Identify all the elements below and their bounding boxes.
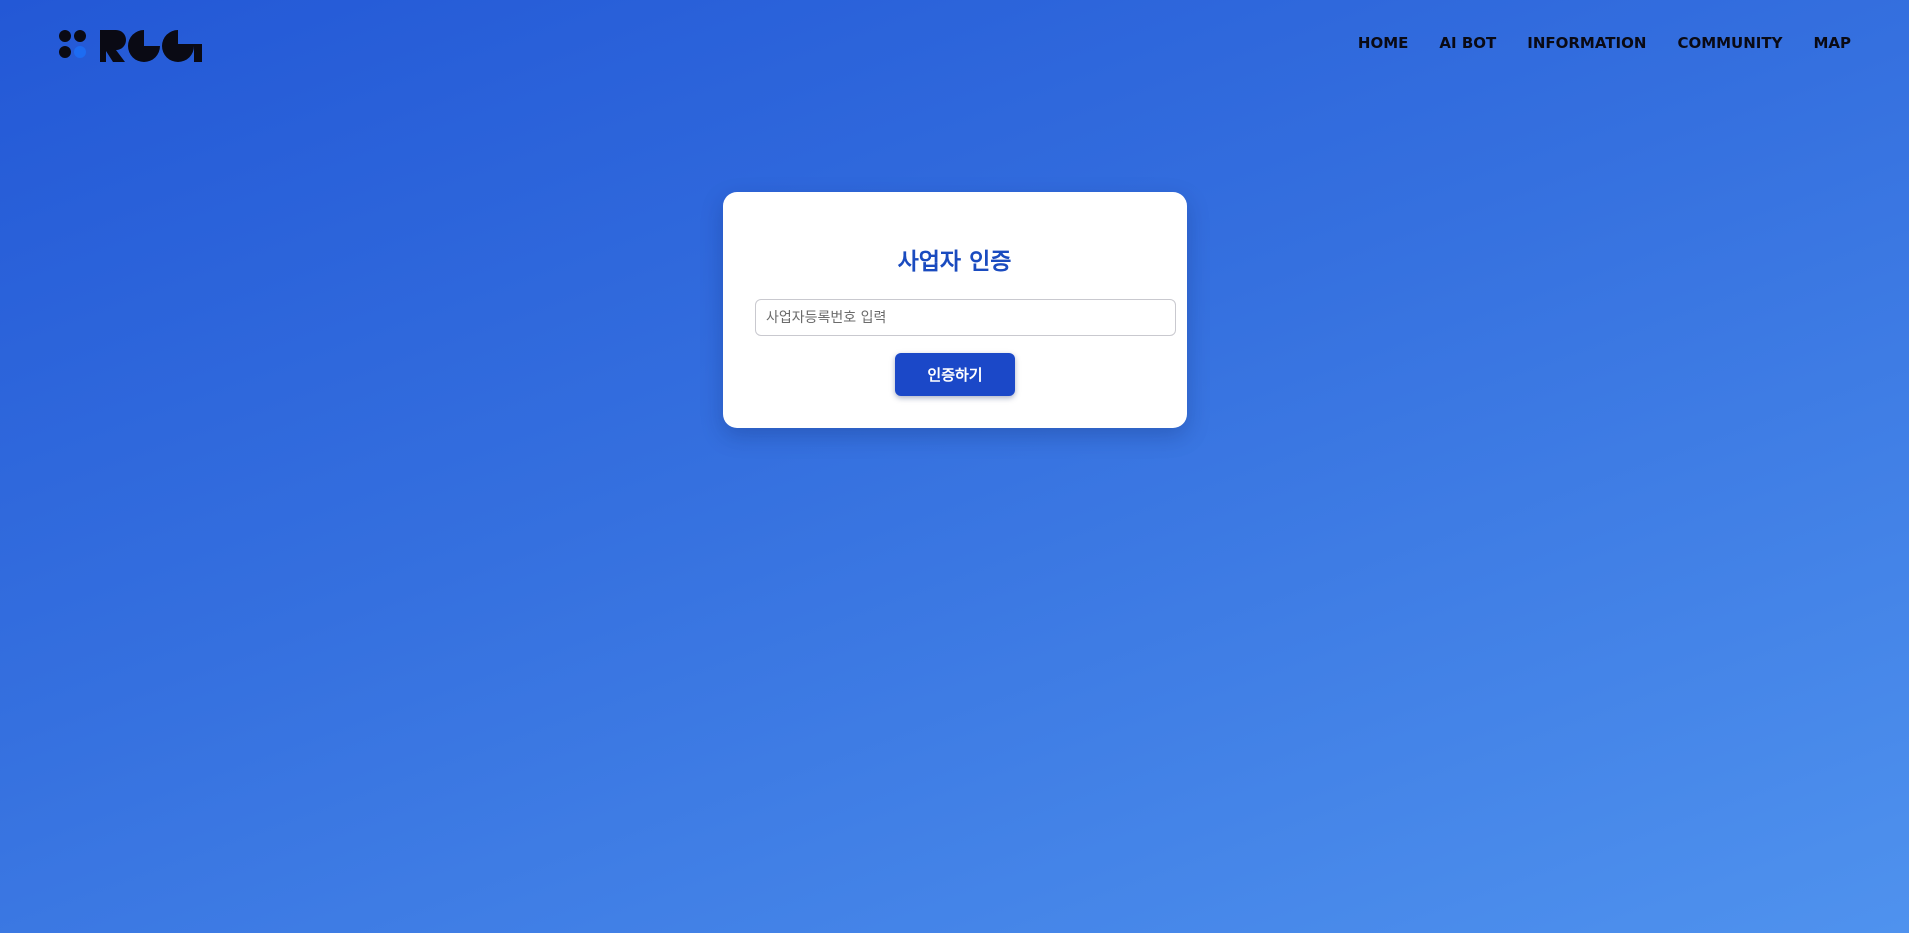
main-nav: HOME AI BOT INFORMATION COMMUNITY MAP [1327,34,1851,52]
business-registration-number-input[interactable] [755,299,1176,336]
nav-community-link[interactable]: COMMUNITY [1677,34,1782,52]
verify-button[interactable]: 인증하기 [895,353,1015,396]
nav-information-link[interactable]: INFORMATION [1527,34,1646,52]
nav-home-link[interactable]: HOME [1358,34,1408,52]
nav-map-link[interactable]: MAP [1813,34,1851,52]
roa-logo-icon[interactable] [58,28,204,64]
verification-title: 사업자 인증 [897,249,1012,275]
site-header: HOME AI BOT INFORMATION COMMUNITY MAP [0,0,1909,90]
nav-ai-bot-link[interactable]: AI BOT [1439,34,1496,52]
